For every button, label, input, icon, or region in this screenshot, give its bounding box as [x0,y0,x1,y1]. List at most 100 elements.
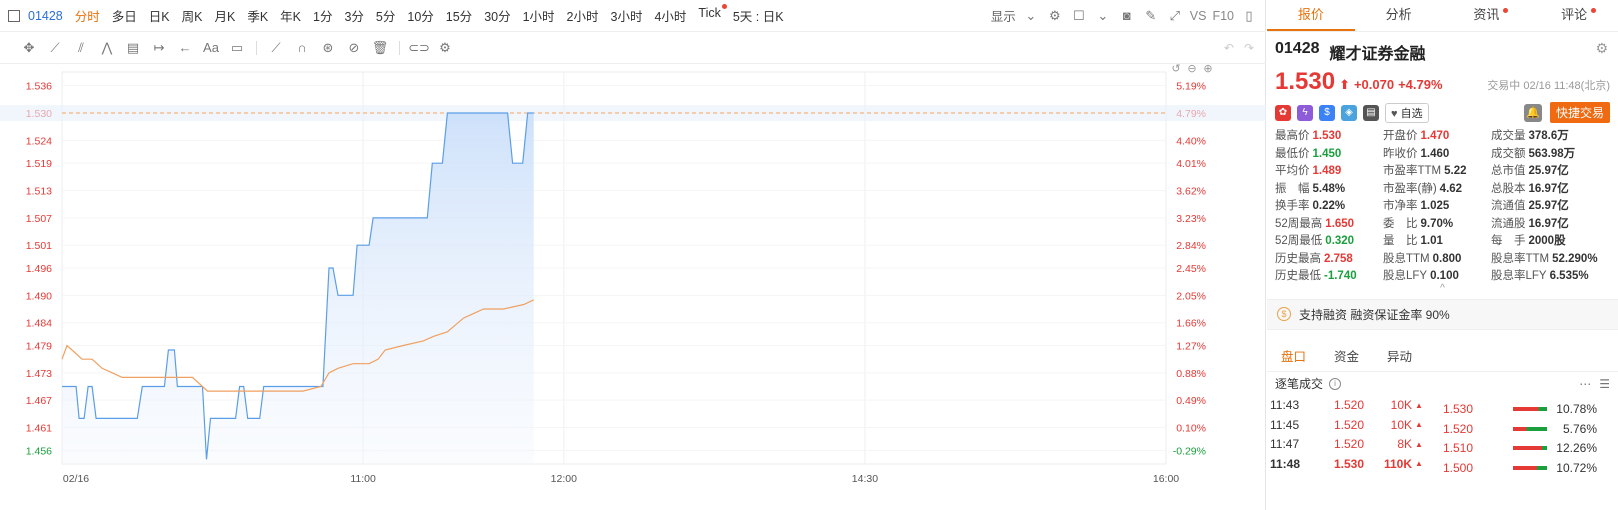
coin-icon: $ [1277,307,1291,321]
settings-gear-icon[interactable]: ⚙ [1595,40,1608,57]
sidebar-toggle-icon[interactable] [8,9,20,22]
timeframe-9[interactable]: 5分 [370,6,401,25]
eraser-icon[interactable]: ⟋ [265,39,287,57]
price-tick-label: 1.456 [26,445,52,457]
list-icon[interactable]: ☰ [1599,377,1610,391]
stat-value: 5.48% [1312,182,1346,195]
timeframe-1[interactable]: 多日 [106,6,143,25]
timeframe-6[interactable]: 年K [274,6,307,25]
lock-drawings-icon[interactable]: ⊛ [317,39,339,57]
f10-button[interactable]: F10 [1212,9,1234,23]
timeframe-5[interactable]: 季K [241,6,274,25]
dollar-icon[interactable]: $ [1319,104,1335,121]
quick-trade-button[interactable]: 快捷交易 [1549,102,1610,123]
timeframe-14[interactable]: 2小时 [561,6,605,25]
display-menu[interactable]: 显示 [991,6,1016,25]
stat-label: 52周最低 [1275,235,1323,247]
chart-panel: 01428 分时 多日 日K 周K 月K 季K 年K 1分 3分 5分 10分 15分 30分 1小时 2小… [0,0,1266,510]
tag-icon[interactable]: ◈ [1341,104,1357,121]
camera-icon[interactable]: ◙ [1118,7,1136,25]
settings-gear-icon[interactable]: ⚙ [1046,7,1064,25]
link-icon[interactable]: ⊂⊃ [408,39,430,57]
timeframe-17[interactable]: Tick [692,4,728,25]
bookmark-icon[interactable]: ▤ [1363,104,1379,121]
tab-news[interactable]: 资讯 [1443,0,1531,31]
lightning-icon[interactable]: ϟ [1297,104,1313,121]
reset-zoom-icon[interactable]: ↺ [1171,64,1180,75]
bell-icon[interactable]: 🔔 [1523,103,1542,122]
measure-tool-icon[interactable]: ↦ [148,39,170,57]
symbol-code[interactable]: 01428 [24,9,69,23]
chart-svg[interactable]: 1.5361.5301.5241.5191.5131.5071.5011.496… [0,64,1266,510]
layout-square-icon[interactable]: ☐ [1070,7,1088,25]
tab-orderbook[interactable]: 盘口 [1281,346,1306,365]
expand-icon[interactable]: ⤢ [1166,7,1184,25]
pct-tick-label: 5.19% [1176,81,1206,93]
tab-comments[interactable]: 评论 [1530,0,1618,31]
price-levels[interactable]: 1.530 10.78% 1.520 5.76% 1.510 12.26% 1.500 10.… [1437,400,1618,478]
arrow-tool-icon[interactable]: ← [174,39,196,57]
undo-icon[interactable]: ↶ [1224,41,1234,55]
stat-item: 52周最高 1.650 [1275,217,1383,233]
zigzag-tool-icon[interactable]: ⋀ [96,39,118,57]
tab-capital[interactable]: 资金 [1334,346,1359,365]
panel-toggle-icon[interactable]: ▯ [1240,7,1258,25]
timeframe-12[interactable]: 30分 [478,6,516,25]
pen-icon[interactable]: ✎ [1142,7,1160,25]
text-tool[interactable]: Aa [200,39,222,57]
info-icon[interactable]: i [1329,377,1342,390]
stat-item: 开盘价 1.470 [1383,129,1491,145]
chevron-down-icon[interactable]: ⌄ [1094,7,1112,25]
timeframe-toolbar: 01428 分时 多日 日K 周K 月K 季K 年K 1分 3分 5分 10分 15分 30分 1小时 2小… [0,0,1266,32]
price-tick-label: 1.519 [26,158,52,170]
timeframe-18[interactable]: 5天 : 日K [727,6,790,25]
tab-analysis[interactable]: 分析 [1355,0,1443,31]
trash-icon[interactable]: 🗑 [369,39,391,57]
channel-tool-icon[interactable]: ⫽ [70,39,92,57]
trade-v: 10K [1390,398,1412,413]
stat-item: 总市值 25.97亿 [1491,164,1611,180]
timeframe-15[interactable]: 3小时 [605,6,649,25]
vs-compare-button[interactable]: VS [1190,9,1207,23]
ticks-title: 逐笔成交 [1275,377,1324,391]
stat-value: 16.97亿 [1528,182,1569,195]
more-icon[interactable]: ⋯ [1579,377,1591,391]
timeframe-16[interactable]: 4小时 [648,6,692,25]
collapse-caret-icon[interactable]: ^ [1267,283,1618,293]
timeframe-10[interactable]: 10分 [401,6,439,25]
timeframe-13[interactable]: 1小时 [517,6,561,25]
timeframe-2[interactable]: 日K [143,6,176,25]
timeframe-11[interactable]: 15分 [440,6,478,25]
redo-icon[interactable]: ↷ [1244,41,1254,55]
intraday-chart[interactable]: 1.5361.5301.5241.5191.5131.5071.5011.496… [0,64,1266,510]
up-arrow-icon: ⬆ [1339,77,1350,92]
comment-tool-icon[interactable]: ▭ [226,39,248,57]
fib-tool-icon[interactable]: ▤ [122,39,144,57]
magnet-icon[interactable]: ∩ [291,39,313,57]
stat-value: 563.98万 [1528,147,1576,160]
add-watchlist-button[interactable]: ♥ 自选 [1385,102,1429,123]
hk-flag-icon[interactable]: ✿ [1275,104,1291,121]
stat-item: 流通值 25.97亿 [1491,199,1611,215]
price-tick-label: 1.479 [26,340,52,352]
timeframe-4[interactable]: 月K [208,6,241,25]
crosshair-move-icon[interactable]: ✥ [18,39,40,57]
tab-unusual[interactable]: 异动 [1387,346,1412,365]
stat-value: 378.6万 [1528,130,1569,142]
tab-quote[interactable]: 报价 [1267,0,1355,31]
app-root: 01428 分时 多日 日K 周K 月K 季K 年K 1分 3分 5分 10分 15分 30分 1小时 2小… [0,0,1618,510]
stat-item: 最高价 1.530 [1275,129,1383,145]
hide-drawings-icon[interactable]: ⊘ [343,39,365,57]
timeframe-7[interactable]: 1分 [307,6,338,25]
timeframe-3[interactable]: 周K [176,6,209,25]
trade-list[interactable]: 11:43 1.520 10K ▲ 11:45 1.520 10K ▲ 11:47 1.520 8K… [1267,396,1432,474]
line-tool-icon[interactable]: ⟋ [44,39,66,57]
timeframe-8[interactable]: 3分 [338,6,369,25]
stat-label: 流通值 [1491,200,1526,212]
settings-gear-icon[interactable]: ⚙ [434,39,456,57]
timeframe-0[interactable]: 分时 [69,6,106,25]
ticks-header: 逐笔成交 i ⋯ ☰ [1267,372,1618,396]
zoom-out-icon[interactable]: ⊖ [1187,64,1196,75]
zoom-in-icon[interactable]: ⊕ [1203,64,1212,75]
chevron-down-icon[interactable]: ⌄ [1022,7,1040,25]
